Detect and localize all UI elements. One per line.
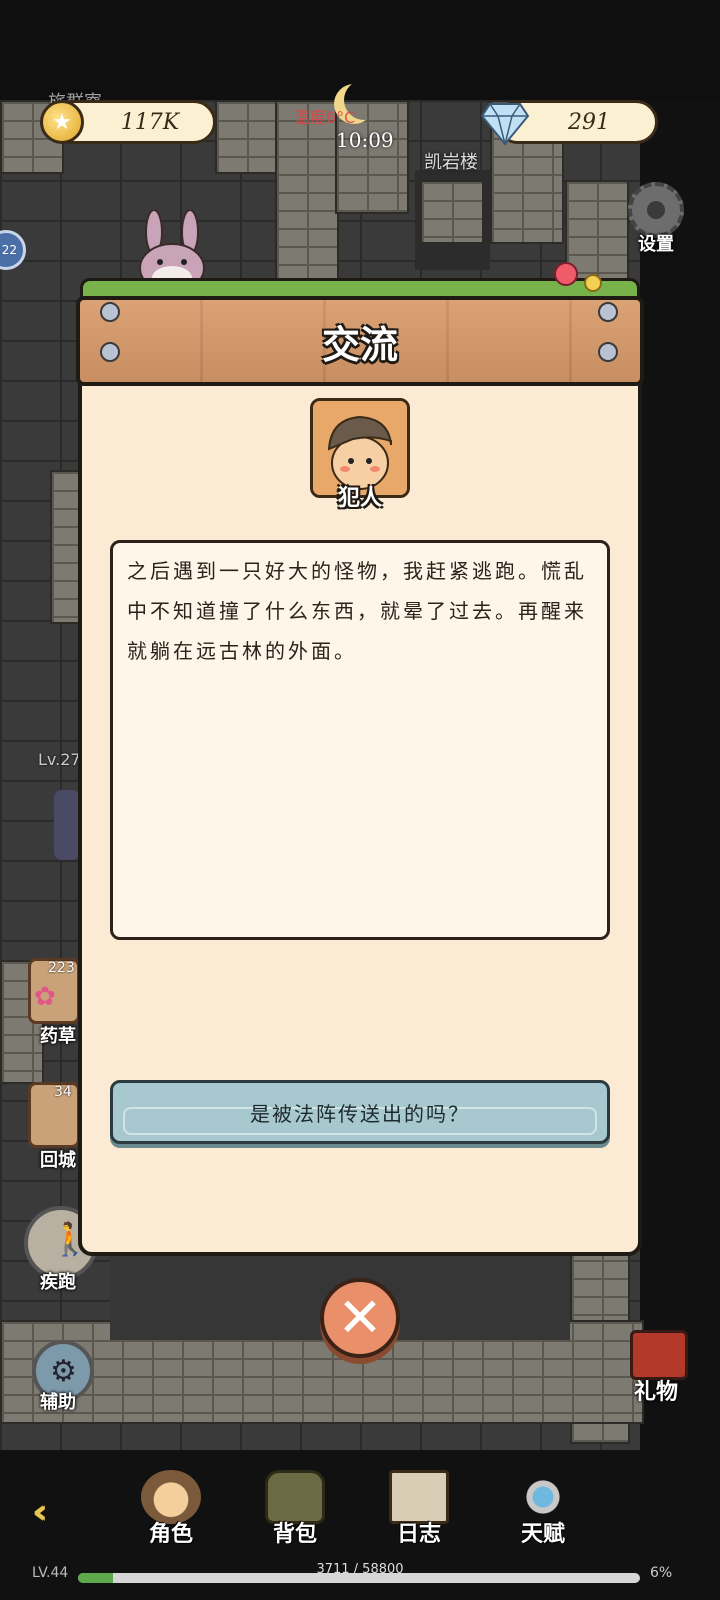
modal-title: 交流 — [321, 322, 398, 367]
nav-item-talent[interactable]: 天赋 — [498, 1470, 588, 1550]
nav-label-talent: 天赋 — [520, 1522, 565, 1547]
map-wall — [215, 100, 279, 174]
assist-label[interactable]: 辅助 — [40, 1388, 76, 1414]
dialog-text: 之后遇到一只好大的怪物，我赶紧逃跑。慌乱中不知道撞了什么东西，就晕了过去。再醒来… — [127, 559, 587, 663]
return-label[interactable]: 回城 — [40, 1146, 76, 1172]
gold-amount: 117K — [120, 109, 180, 135]
gold-coin-icon: ★ — [40, 100, 84, 144]
npc-name: 犯人 — [337, 486, 382, 511]
location-name: 凯岩楼 — [424, 152, 478, 173]
map-crates — [420, 180, 484, 244]
dialog-choice-button[interactable]: 是被法阵传送出的吗？ — [110, 1080, 610, 1144]
back-arrows-icon[interactable]: ‹‹ — [32, 1492, 48, 1532]
xp-text: 3711 / 58800 — [316, 1562, 404, 1577]
nav-label-backpack: 背包 — [272, 1522, 317, 1547]
return-count: 34 — [54, 1084, 72, 1100]
nav-item-journal[interactable]: 日志 — [374, 1470, 464, 1550]
flower-decoration-icon — [584, 274, 602, 292]
gift-box-icon[interactable] — [630, 1330, 688, 1380]
nav-item-character[interactable]: 角色 — [126, 1470, 216, 1550]
diamond-icon — [480, 103, 530, 146]
dialog-text-box: 之后遇到一只好大的怪物，我赶紧逃跑。慌乱中不知道撞了什么东西，就晕了过去。再醒来… — [110, 540, 610, 940]
herb-label[interactable]: 药草 — [40, 1022, 76, 1048]
flower-decoration-icon — [554, 262, 578, 286]
herb-count: 223 — [48, 960, 75, 976]
xp-percent: 6% — [650, 1565, 673, 1581]
nav-item-backpack[interactable]: 背包 — [250, 1470, 340, 1550]
nav-label-character: 角色 — [148, 1522, 193, 1547]
player-level-tag: Lv.27 — [38, 750, 81, 769]
settings-label[interactable]: 设置 — [638, 230, 674, 256]
nav-label-journal: 日志 — [396, 1522, 441, 1547]
sprint-label[interactable]: 疾跑 — [40, 1268, 76, 1294]
dialog-choice-label: 是被法阵传送出的吗？ — [250, 1101, 470, 1126]
gem-amount: 291 — [568, 109, 610, 135]
close-button[interactable]: ✕ — [320, 1278, 400, 1358]
flower-icon: ✿ — [34, 982, 56, 1012]
player-sprite — [54, 790, 80, 860]
temperature-readout: 温度6°C — [294, 108, 356, 127]
close-icon: ✕ — [337, 1286, 383, 1349]
map-edge — [640, 100, 720, 1450]
gear-wheel-icon: ⚙ — [50, 1354, 77, 1389]
gift-label[interactable]: 礼物 — [634, 1374, 678, 1406]
game-clock: 10:09 — [336, 128, 394, 152]
quest-badge-number: 22 — [1, 243, 17, 257]
